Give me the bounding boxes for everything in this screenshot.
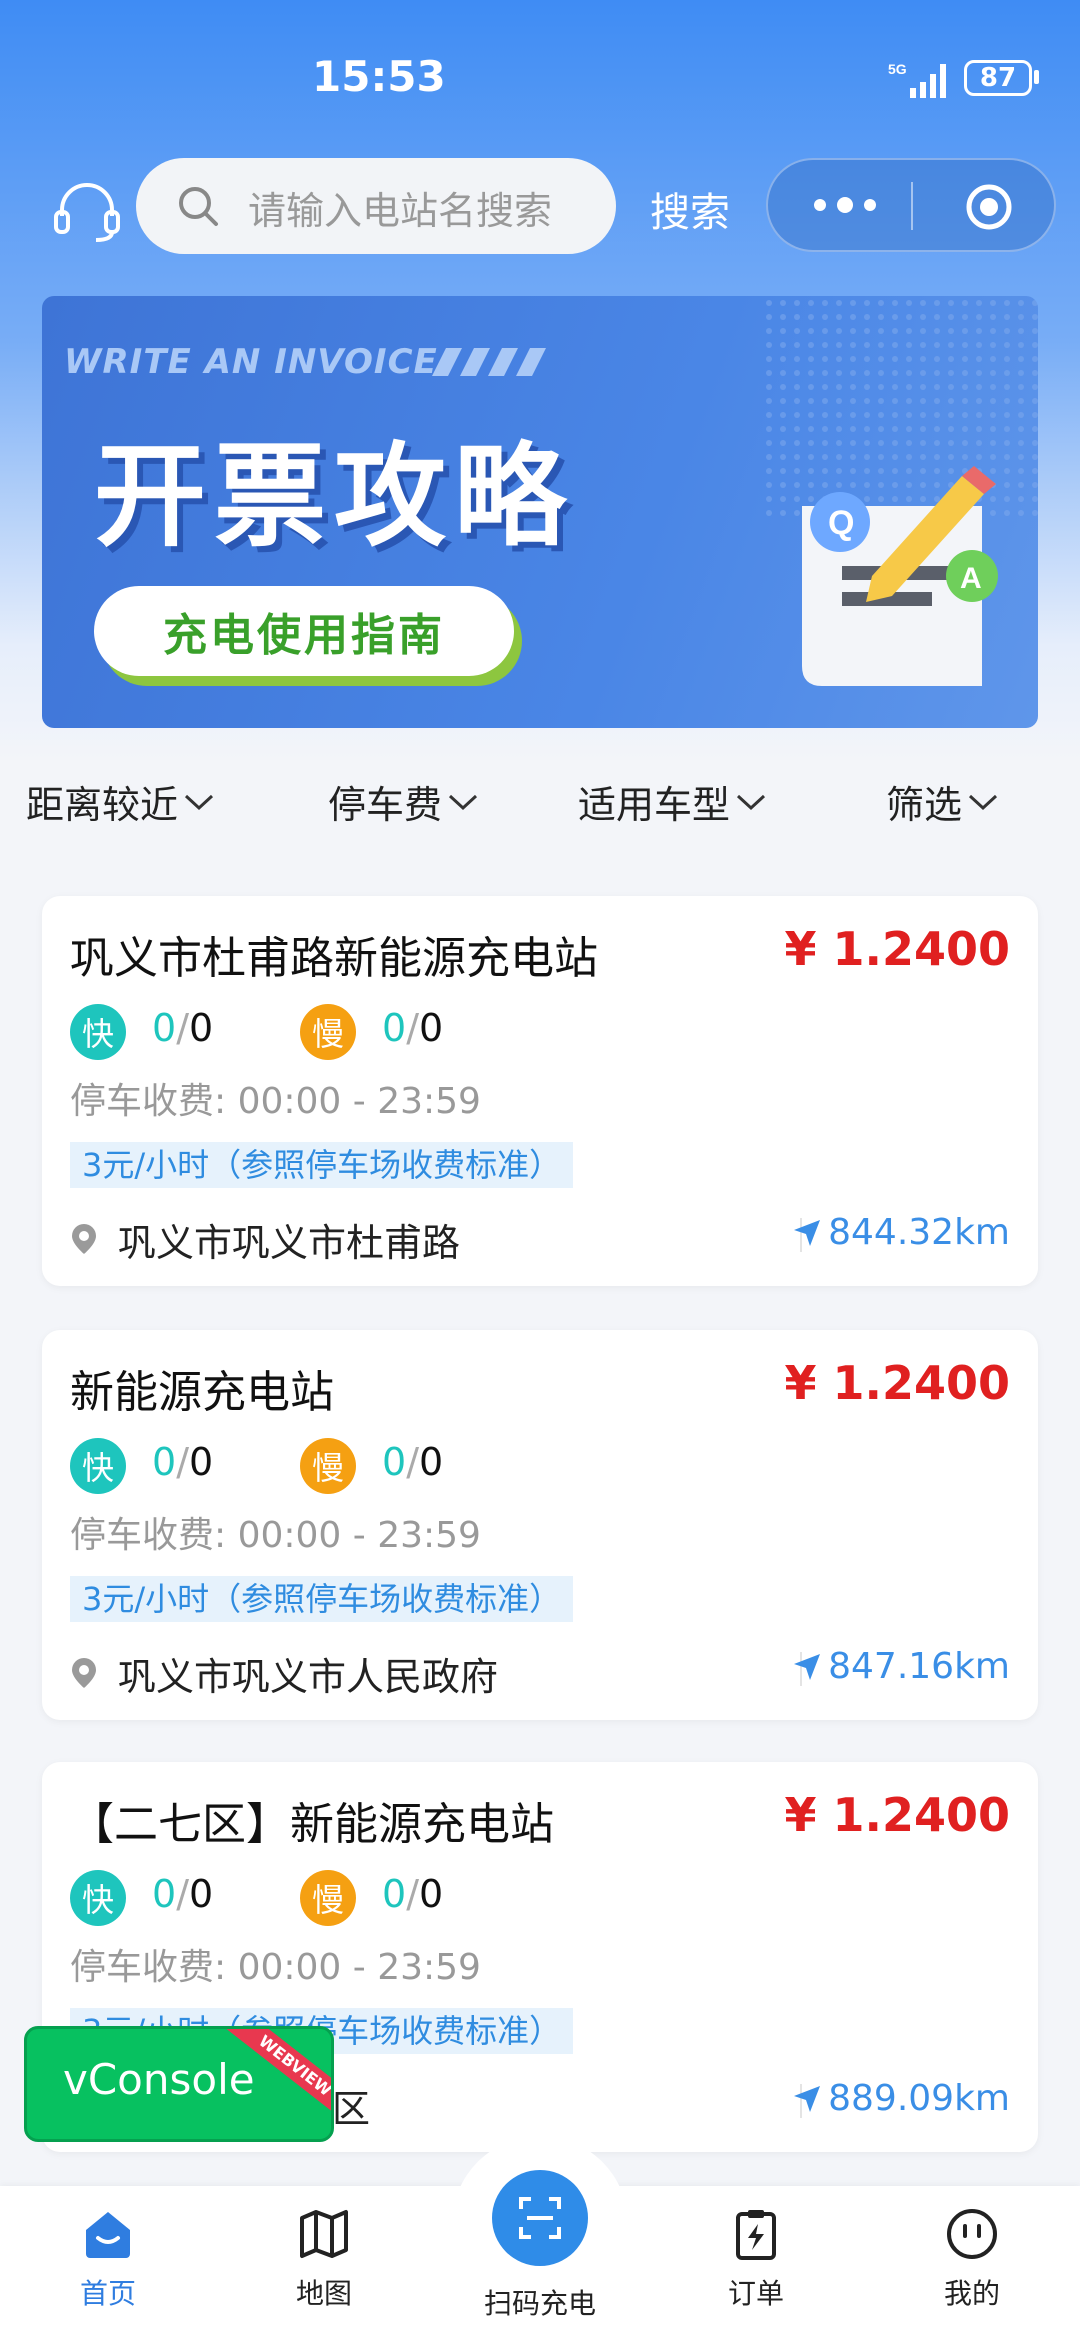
- vconsole-button[interactable]: vConsole WEBVIEW: [24, 2026, 334, 2142]
- navigation-arrow-icon: [794, 1653, 821, 1680]
- status-time: 15:53: [312, 52, 446, 101]
- station-name: 【二七区】新能源充电站: [70, 1799, 554, 1850]
- search-input[interactable]: 请输入电站名搜索: [136, 158, 616, 254]
- svg-text:Q: Q: [828, 504, 854, 542]
- qa-document-illustration: Q A: [802, 466, 998, 686]
- station-price: ¥ 1.2400: [784, 922, 1010, 976]
- scan-icon: [519, 2197, 561, 2239]
- miniprogram-capsule: [766, 158, 1056, 252]
- filter-distance[interactable]: 距离较近: [26, 774, 214, 829]
- station-address: 区: [332, 2087, 371, 2131]
- slow-charger-count: 0/0: [382, 1006, 444, 1050]
- parking-hours: 停车收费: 00:00 - 23:59: [70, 1515, 481, 1556]
- parking-fee-tag: 3元/小时（参照停车场收费标准）: [70, 1576, 574, 1622]
- tab-label: 我的: [943, 2277, 1000, 2310]
- tab-label: 首页: [79, 2277, 136, 2310]
- search-button[interactable]: 搜索: [650, 180, 730, 238]
- signal-icon: 5G: [888, 61, 946, 98]
- navigate-distance[interactable]: 889.09km: [792, 2078, 1010, 2119]
- filter-label: 筛选: [886, 783, 963, 827]
- close-miniprogram-icon[interactable]: [964, 182, 1014, 232]
- chevron-down-icon: [736, 794, 766, 810]
- fast-charger-badge: 快: [70, 1004, 126, 1060]
- fast-charger-count: 0/0: [152, 1006, 214, 1050]
- navigation-arrow-icon: [794, 1219, 821, 1246]
- slow-charger-badge: 慢: [300, 1438, 356, 1494]
- navigation-arrow-icon: [794, 2085, 821, 2112]
- capsule-divider: [911, 182, 913, 230]
- station-name: 巩义市杜甫路新能源充电站: [70, 933, 598, 984]
- tab-mine[interactable]: 我的: [902, 2206, 1042, 2312]
- network-type: 5G: [888, 61, 907, 77]
- home-icon: [86, 2212, 130, 2258]
- banner-english-text: WRITE AN INVOICE: [64, 342, 438, 382]
- location-pin-icon: [72, 1658, 96, 1688]
- stripes-decoration: [432, 348, 546, 376]
- station-address: 巩义市巩义市人民政府: [118, 1655, 499, 1699]
- station-address: 巩义市巩义市杜甫路: [118, 1221, 461, 1265]
- slow-charger-badge: 慢: [300, 1870, 356, 1926]
- tab-home[interactable]: 首页: [38, 2206, 178, 2312]
- map-icon: [300, 2210, 348, 2258]
- order-icon: [736, 2210, 776, 2260]
- tab-label: 订单: [727, 2277, 784, 2310]
- filter-bar: 距离较近 停车费 适用车型 筛选: [0, 766, 1080, 838]
- tab-label: 地图: [295, 2277, 352, 2310]
- parking-hours: 停车收费: 00:00 - 23:59: [70, 1081, 481, 1122]
- distance-value: 847.16km: [828, 1646, 1010, 1687]
- distance-value: 844.32km: [828, 1212, 1010, 1253]
- fast-charger-badge: 快: [70, 1870, 126, 1926]
- scan-charge-button[interactable]: [492, 2170, 588, 2266]
- more-icon[interactable]: [810, 190, 880, 220]
- distance-value: 889.09km: [828, 2078, 1010, 2119]
- filter-more[interactable]: 筛选: [886, 774, 998, 829]
- station-price: ¥ 1.2400: [784, 1788, 1010, 1842]
- banner-guide-button[interactable]: 充电使用指南: [94, 586, 514, 676]
- promo-banner[interactable]: WRITE AN INVOICE 开票攻略 充电使用指南 Q A: [42, 296, 1038, 728]
- location-pin-icon: [72, 1224, 96, 1254]
- parking-fee-tag: 3元/小时（参照停车场收费标准）: [70, 1142, 574, 1188]
- station-card[interactable]: 巩义市杜甫路新能源充电站 ¥ 1.2400 快 0/0 慢 0/0 停车收费: …: [42, 896, 1038, 1286]
- slow-charger-count: 0/0: [382, 1440, 444, 1484]
- fast-charger-badge: 快: [70, 1438, 126, 1494]
- filter-vehicle-type[interactable]: 适用车型: [578, 774, 766, 829]
- fast-charger-count: 0/0: [152, 1440, 214, 1484]
- station-price: ¥ 1.2400: [784, 1356, 1010, 1410]
- chevron-down-icon: [448, 794, 478, 810]
- slow-charger-badge: 慢: [300, 1004, 356, 1060]
- search-placeholder: 请输入电站名搜索: [248, 189, 553, 233]
- tab-map[interactable]: 地图: [254, 2206, 394, 2312]
- fast-charger-count: 0/0: [152, 1872, 214, 1916]
- vconsole-label: vConsole: [63, 2055, 255, 2104]
- chevron-down-icon: [184, 794, 214, 810]
- filter-parking-fee[interactable]: 停车费: [328, 774, 478, 829]
- banner-title: 开票攻略: [94, 432, 574, 562]
- tab-orders[interactable]: 订单: [686, 2206, 826, 2312]
- filter-label: 适用车型: [578, 783, 731, 827]
- slow-charger-count: 0/0: [382, 1872, 444, 1916]
- battery-tip: [1034, 70, 1039, 84]
- battery-icon: 87: [964, 60, 1032, 96]
- scan-charge-label: 扫码充电: [483, 2287, 596, 2320]
- search-icon: [179, 187, 218, 226]
- filter-label: 距离较近: [26, 783, 179, 827]
- station-name: 新能源充电站: [70, 1367, 334, 1418]
- chevron-down-icon: [968, 794, 998, 810]
- station-card[interactable]: 新能源充电站 ¥ 1.2400 快 0/0 慢 0/0 停车收费: 00:00 …: [42, 1330, 1038, 1720]
- banner-subtitle: 充电使用指南: [163, 610, 445, 661]
- svg-text:A: A: [960, 562, 982, 595]
- filter-label: 停车费: [328, 783, 443, 827]
- navigate-distance[interactable]: 847.16km: [792, 1646, 1010, 1687]
- battery-level: 87: [979, 63, 1017, 93]
- navigate-distance[interactable]: 844.32km: [792, 1212, 1010, 1253]
- headset-icon[interactable]: [52, 180, 122, 244]
- parking-hours: 停车收费: 00:00 - 23:59: [70, 1947, 481, 1988]
- profile-icon: [947, 2209, 997, 2259]
